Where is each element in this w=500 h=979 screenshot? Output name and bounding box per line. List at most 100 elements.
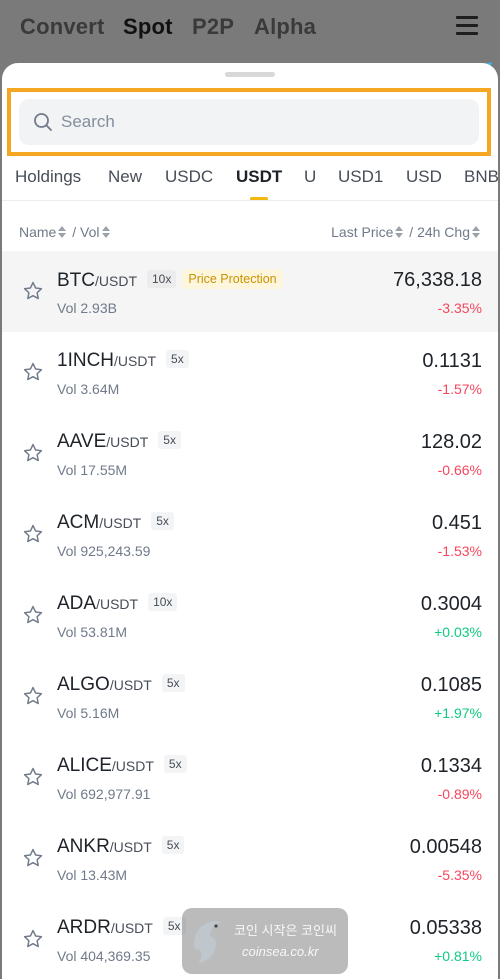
pair-name: ADA/USDT 10x: [57, 593, 178, 615]
market-row[interactable]: ALICE/USDT 5x Vol 692,977.91 0.1334 -0.89%: [2, 737, 498, 818]
pair-name: ARDR/USDT 5x: [57, 917, 186, 939]
search-input[interactable]: [61, 99, 461, 145]
menu-icon[interactable]: [456, 16, 478, 36]
star-icon[interactable]: [22, 847, 44, 869]
market-row[interactable]: BTC/USDT 10x Price Protection Vol 2.93B 76,3…: [2, 251, 498, 332]
column-24h-chg: 24h Chg: [417, 224, 470, 240]
market-row[interactable]: ALGO/USDT 5x Vol 5.16M 0.1085 +1.97%: [2, 656, 498, 737]
pair-name: 1INCH/USDT 5x: [57, 350, 189, 372]
market-row[interactable]: ANKR/USDT 5x Vol 13.43M 0.00548 -5.35%: [2, 818, 498, 899]
tab-new[interactable]: New: [108, 167, 142, 187]
quote-asset: /USDT: [109, 677, 152, 693]
column-name: Name: [19, 224, 57, 240]
name-vol-sort[interactable]: Name / Vol: [19, 224, 112, 240]
star-icon[interactable]: [22, 442, 44, 464]
sort-icon: [472, 226, 480, 238]
dolphin-logo-icon: [194, 921, 222, 964]
base-asset: ANKR: [57, 836, 110, 857]
base-asset: ALICE: [57, 755, 112, 776]
price-change-sort[interactable]: Last Price / 24h Chg: [331, 224, 482, 240]
quote-asset: /USDT: [109, 839, 152, 855]
sheet-grabber[interactable]: [225, 72, 275, 77]
change-percent: -5.35%: [437, 867, 482, 883]
base-asset: AAVE: [57, 431, 107, 452]
market-row[interactable]: ADA/USDT 10x Vol 53.81M 0.3004 +0.03%: [2, 575, 498, 656]
change-percent: +1.97%: [434, 705, 482, 721]
quote-asset: /USDT: [95, 273, 137, 289]
leverage-badge: 5x: [151, 512, 174, 530]
column-last-price: Last Price: [331, 224, 394, 240]
price-protection-badge: Price Protection: [182, 269, 283, 289]
tab-usd1[interactable]: USD1: [338, 167, 383, 187]
star-icon[interactable]: [22, 361, 44, 383]
change-percent: +0.03%: [434, 624, 482, 640]
watermark-url: coinsea.co.kr: [242, 944, 319, 959]
market-row[interactable]: ACM/USDT 5x Vol 925,243.59 0.451 -1.53%: [2, 494, 498, 575]
watermark-slogan: 코인 시작은 코인씨: [234, 923, 337, 938]
leverage-badge: 10x: [148, 593, 178, 611]
base-asset: ADA: [57, 593, 97, 614]
last-price: 0.451: [431, 512, 482, 534]
volume: Vol 692,977.91: [57, 786, 151, 802]
search-icon: [34, 113, 52, 131]
nav-convert[interactable]: Convert: [20, 14, 105, 40]
top-navigation: Convert Spot P2P Alpha: [0, 0, 500, 62]
base-asset: 1INCH: [57, 350, 115, 371]
volume: Vol 3.64M: [57, 381, 120, 397]
volume: Vol 5.16M: [57, 705, 120, 721]
quote-asset: /USDT: [111, 758, 154, 774]
tab-usd[interactable]: USD: [406, 167, 442, 187]
base-asset: ARDR: [57, 917, 111, 938]
star-icon[interactable]: [22, 280, 44, 302]
column-header: Name / Vol Last Price / 24h Chg: [2, 221, 498, 245]
market-row[interactable]: AAVE/USDT 5x Vol 17.55M 128.02 -0.66%: [2, 413, 498, 494]
base-asset: ALGO: [57, 674, 110, 695]
pair-name: ANKR/USDT 5x: [57, 836, 185, 858]
change-percent: -0.89%: [437, 786, 482, 802]
star-icon[interactable]: [22, 928, 44, 950]
volume: Vol 53.81M: [57, 624, 128, 640]
leverage-badge: 5x: [158, 431, 181, 449]
nav-spot[interactable]: Spot: [123, 14, 173, 40]
change-percent: -1.53%: [437, 543, 482, 559]
column-vol: Vol: [80, 224, 100, 240]
tab-usdt[interactable]: USDT: [236, 167, 282, 187]
leverage-badge: 5x: [161, 836, 185, 854]
pair-name: AAVE/USDT 5x: [57, 431, 181, 453]
pair-name: ALICE/USDT 5x: [57, 755, 187, 777]
tab-bnb[interactable]: BNB: [464, 167, 498, 187]
market-row[interactable]: 1INCH/USDT 5x Vol 3.64M 0.1131 -1.57%: [2, 332, 498, 413]
leverage-badge: 5x: [161, 674, 185, 692]
change-percent: -3.35%: [437, 300, 482, 316]
quote-tabs: Holdings New USDC USDT U USD1 USD BNB: [2, 163, 498, 203]
pair-name: ACM/USDT 5x: [57, 512, 174, 534]
last-price: 0.1131: [422, 350, 482, 372]
search-bar[interactable]: [19, 99, 479, 145]
column-separator: /: [72, 224, 77, 240]
star-icon[interactable]: [22, 766, 44, 788]
sort-icon: [395, 226, 404, 238]
nav-alpha[interactable]: Alpha: [254, 14, 316, 40]
nav-p2p[interactable]: P2P: [192, 14, 234, 40]
leverage-badge: 10x: [147, 270, 177, 288]
market-sheet: Holdings New USDC USDT U USD1 USD BNB Na…: [2, 63, 498, 979]
tab-usdc[interactable]: USDC: [165, 167, 213, 187]
tab-u[interactable]: U: [304, 167, 316, 187]
volume: Vol 13.43M: [57, 867, 128, 883]
quote-asset: /USDT: [96, 596, 139, 612]
quote-asset: /USDT: [106, 434, 149, 450]
change-percent: +0.81%: [434, 948, 482, 964]
quote-asset: /USDT: [110, 920, 153, 936]
quote-asset: /USDT: [99, 515, 142, 531]
tab-holdings[interactable]: Holdings: [15, 167, 81, 187]
base-asset: BTC: [57, 270, 95, 291]
leverage-badge: 5x: [166, 350, 189, 368]
star-icon[interactable]: [22, 523, 44, 545]
quote-asset: /USDT: [114, 353, 157, 369]
volume: Vol 17.55M: [57, 462, 128, 478]
change-percent: -1.57%: [437, 381, 482, 397]
star-icon[interactable]: [22, 604, 44, 626]
star-icon[interactable]: [22, 685, 44, 707]
column-separator: /: [409, 224, 414, 240]
change-percent: -0.66%: [437, 462, 482, 478]
